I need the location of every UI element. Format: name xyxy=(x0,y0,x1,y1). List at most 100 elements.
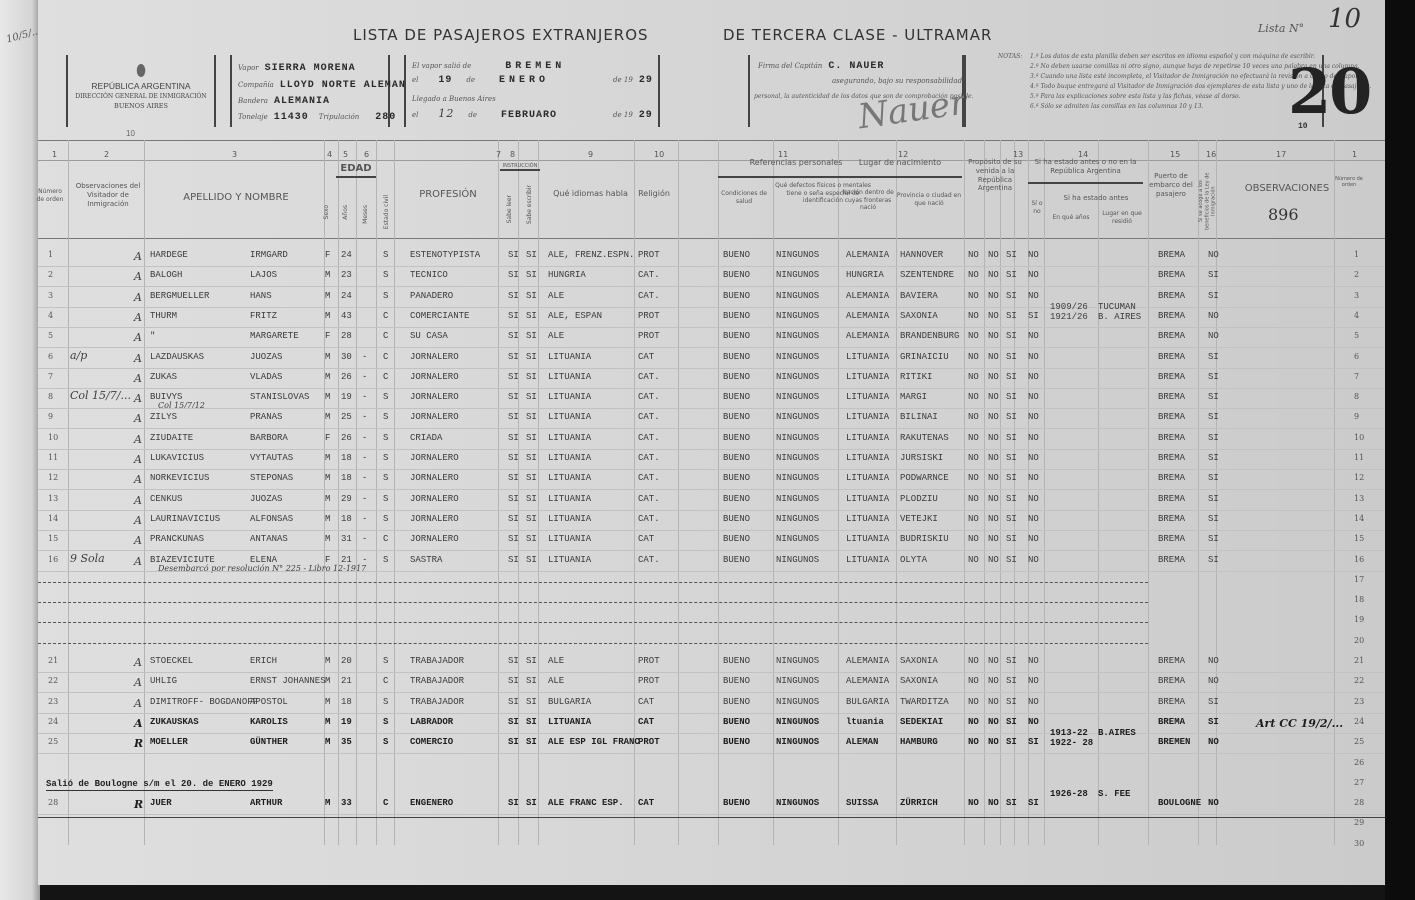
title-right: DE TERCERA CLASE - ULTRAMAR xyxy=(723,26,993,44)
lista-label: Lista N° xyxy=(1258,22,1305,35)
defectos: NINGUNOS xyxy=(776,351,820,362)
sabe-escribir: SI xyxy=(526,737,537,748)
left-page-edge: 10/5/... xyxy=(0,0,43,900)
cancelled-row-line xyxy=(38,622,1148,624)
notes-label: NOTAS: xyxy=(998,53,1023,60)
estuvo-antes: SI xyxy=(1028,737,1039,748)
nacion: LITUANIA xyxy=(846,493,890,504)
ley-inmigracion: SI xyxy=(1208,412,1219,423)
estuvo-antes: NO xyxy=(1028,371,1039,382)
sabe-escribir: SI xyxy=(526,798,537,809)
edad-meses: - xyxy=(362,371,368,382)
salud: BUENO xyxy=(723,371,751,382)
puerto-embarco: BREMA xyxy=(1158,371,1186,382)
defectos: NINGUNOS xyxy=(776,534,820,545)
provincia: GRINAICIU xyxy=(900,351,949,362)
row-number: 4 xyxy=(48,310,54,320)
row-number-right: 17 xyxy=(1354,574,1365,584)
hdr-religion: Religión xyxy=(638,189,670,198)
religion: CAT. xyxy=(638,493,660,504)
sabe-leer: SI xyxy=(508,250,519,260)
proposito-establecerse: SI xyxy=(1006,412,1017,423)
profesion: JORNALERO xyxy=(410,534,459,545)
nacion: LITUANIA xyxy=(846,371,890,382)
row-number: 28 xyxy=(48,798,59,808)
puerto-embarco: BOULOGNE xyxy=(1158,798,1202,809)
column-number: 4 xyxy=(327,150,333,159)
cancelled-row-line xyxy=(38,602,1148,604)
sexo: M xyxy=(325,737,331,748)
estuvo-antes: NO xyxy=(1028,432,1039,443)
religion: CAT xyxy=(638,798,655,809)
passenger-list-sheet: LISTA DE PASAJEROS EXTRANJEROS DE TERCER… xyxy=(37,0,1389,885)
puerto-embarco: BREMA xyxy=(1158,392,1186,403)
idiomas: LITUANIA xyxy=(548,716,592,727)
passenger-row: 24 24 A ZUKAUSKAS KAROLIS M 19 S LABRADOR SI SI LIT… xyxy=(38,714,1388,734)
proposito-establecerse: SI xyxy=(1006,351,1017,362)
left-margin-note: 10/5/... xyxy=(5,25,43,46)
de19-label-2: de 19 xyxy=(613,111,633,119)
visitador-note: 9 Sola xyxy=(70,551,105,565)
entry-mark: A xyxy=(134,432,142,446)
lugar-en-argentina: S. FEE xyxy=(1098,789,1131,800)
idiomas: ALE xyxy=(548,676,565,687)
sabe-leer: SI xyxy=(508,392,519,403)
nacion: ltuania xyxy=(846,716,884,727)
nacion: LITUANIA xyxy=(846,351,890,362)
idiomas: ALE FRANC ESP. xyxy=(548,798,624,809)
ley-inmigracion: SI xyxy=(1208,716,1219,727)
estuvo-antes: NO xyxy=(1028,270,1039,281)
puerto-embarco: BREMA xyxy=(1158,696,1186,707)
proposito-establecerse: SI xyxy=(1006,676,1017,687)
row-number: 16 xyxy=(48,554,59,564)
estado-civil: S xyxy=(383,656,389,666)
passenger-row: 6 6 a/p A LAZDAUSKAS JUOZAS M 30- C JORNALERO SI SI… xyxy=(38,349,1388,369)
sabe-leer: SI xyxy=(508,351,519,362)
estado-civil: S xyxy=(383,392,389,403)
provincia: JURSISKI xyxy=(900,453,944,463)
proposito-volver: NO xyxy=(988,270,999,281)
entry-mark: A xyxy=(134,676,142,690)
proposito-establecerse: SI xyxy=(1006,493,1017,504)
estuvo-antes: NO xyxy=(1028,716,1039,727)
provincia: SAXONIA xyxy=(900,656,938,666)
llegada-anio: 29 xyxy=(638,110,653,121)
profesion: JORNALERO xyxy=(410,473,459,484)
row-number-right: 18 xyxy=(1354,595,1365,605)
profesion: JORNALERO xyxy=(410,371,459,382)
provincia: BILINAI xyxy=(900,412,938,423)
entry-mark: A xyxy=(134,453,142,466)
proposito-establecerse: SI xyxy=(1006,310,1017,321)
nombre: PRANAS xyxy=(250,412,283,423)
llegada-dia: 12 xyxy=(438,107,455,120)
idiomas: ALE xyxy=(548,290,565,301)
row-number-right: 29 xyxy=(1354,818,1365,828)
idiomas: LITUANIA xyxy=(548,453,592,463)
puerto-embarco: BREMA xyxy=(1158,270,1186,281)
nombre: BARBORA xyxy=(250,432,288,443)
vessel-box: Vapor SIERRA MORENA Compañía LLOYD NORTE A… xyxy=(230,55,405,127)
row-number-right: 25 xyxy=(1354,737,1365,747)
proposito-volver: NO xyxy=(988,676,999,687)
defectos: NINGUNOS xyxy=(776,371,820,382)
ley-inmigracion: NO xyxy=(1208,798,1219,809)
nombre: STEPONAS xyxy=(250,473,294,484)
voyage-box: El vapor salió de BREMEN el 19 de ENERO de 19… xyxy=(404,55,660,127)
salud: BUENO xyxy=(723,453,751,463)
entry-mark: A xyxy=(134,250,142,263)
proposito-transito: NO xyxy=(968,534,979,545)
profesion: JORNALERO xyxy=(410,412,459,423)
salud: BUENO xyxy=(723,696,751,707)
sabe-escribir: SI xyxy=(526,473,537,484)
defectos: NINGUNOS xyxy=(776,676,820,687)
sexo: M xyxy=(325,676,331,687)
passenger-row: 23 23 A DIMITROFF- BOGDANOFF APOSTOL M 18 S TRAB… xyxy=(38,694,1388,714)
apellido: DIMITROFF- BOGDANOFF xyxy=(150,696,259,707)
sexo: M xyxy=(325,392,331,403)
estado-civil: S xyxy=(383,513,389,524)
defectos: NINGUNOS xyxy=(776,270,820,281)
small-number-right: 10 xyxy=(1298,122,1308,131)
nombre: ERICH xyxy=(250,656,278,666)
idiomas: ALE xyxy=(548,656,565,666)
provincia: SAXONIA xyxy=(900,676,938,687)
